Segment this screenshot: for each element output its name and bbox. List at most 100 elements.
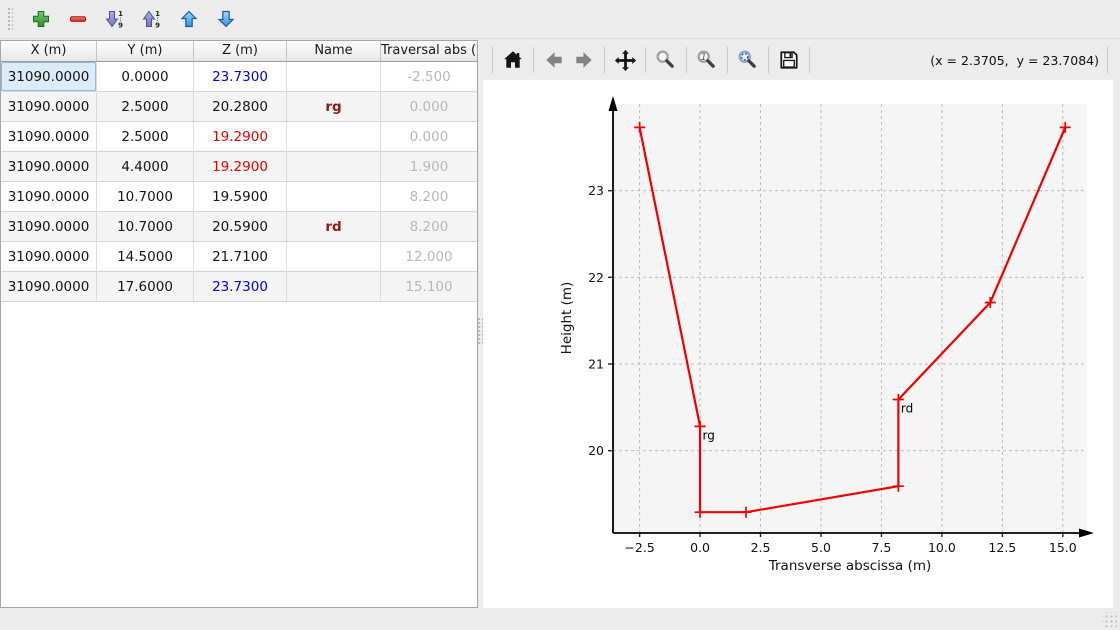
cell-name[interactable]: [287, 152, 381, 182]
zoom-fit-icon: [737, 49, 759, 71]
table-row: 31090.0000 10.7000 20.5900 rd 8.200: [1, 212, 477, 242]
plot-canvas[interactable]: −2.50.02.55.07.510.012.515.020212223rgrd…: [483, 80, 1113, 608]
cell-abs: 12.000: [381, 242, 477, 272]
table-toolbar: 1 9 1 9: [0, 0, 1120, 39]
y-tick-label: 22: [588, 270, 604, 285]
sort-ascending-icon: 1 9: [142, 9, 162, 29]
x-tick-label: 7.5: [871, 540, 891, 555]
toolbar-separator: [604, 47, 605, 73]
toolbar-drag-handle[interactable]: [6, 6, 13, 32]
add-row-button[interactable]: [28, 6, 54, 32]
zoom-icon: [655, 49, 677, 71]
cell-y[interactable]: 2.5000: [97, 122, 194, 152]
axes-background: [613, 104, 1087, 533]
forward-button[interactable]: [569, 45, 599, 75]
cell-abs: -2.500: [381, 62, 477, 92]
cell-x[interactable]: 31090.0000: [1, 92, 97, 122]
back-button[interactable]: [539, 45, 569, 75]
cell-x[interactable]: 31090.0000: [1, 242, 97, 272]
points-table: X (m) Y (m) Z (m) Name Traversal abs (m)…: [0, 40, 478, 608]
cell-z[interactable]: 21.7100: [194, 242, 287, 272]
cell-abs: 0.000: [381, 92, 477, 122]
pan-button[interactable]: [610, 45, 640, 75]
x-tick-label: 15.0: [1049, 540, 1077, 555]
sort-ascending-button[interactable]: 1 9: [139, 6, 165, 32]
cell-y[interactable]: 10.7000: [97, 182, 194, 212]
cell-name[interactable]: rd: [287, 212, 381, 242]
zoom-button[interactable]: [651, 45, 681, 75]
table-row: 31090.0000 10.7000 19.5900 8.200: [1, 182, 477, 212]
cell-name[interactable]: rg: [287, 92, 381, 122]
move-row-up-button[interactable]: [176, 6, 202, 32]
zoom-one-icon: 1: [696, 49, 718, 71]
cell-z[interactable]: 19.2900: [194, 122, 287, 152]
sort-digit-bottom: 9: [118, 22, 123, 30]
cell-z[interactable]: 20.5900: [194, 212, 287, 242]
window-resize-grip[interactable]: [1102, 612, 1117, 627]
cell-x[interactable]: 31090.0000: [1, 182, 97, 212]
cell-z[interactable]: 19.5900: [194, 182, 287, 212]
header-traversal-abs[interactable]: Traversal abs (m): [381, 41, 477, 62]
sort-digit-top: 1: [118, 10, 123, 18]
sort-digit-bottom: 9: [155, 22, 160, 30]
x-tick-label: 10.0: [928, 540, 956, 555]
cell-name[interactable]: [287, 182, 381, 212]
cell-abs: 8.200: [381, 212, 477, 242]
table-header-row: X (m) Y (m) Z (m) Name Traversal abs (m): [1, 41, 477, 62]
toolbar-separator: [768, 47, 769, 73]
move-row-down-button[interactable]: [213, 6, 239, 32]
cell-name[interactable]: [287, 62, 381, 92]
sort-descending-button[interactable]: 1 9: [102, 6, 128, 32]
point-label: rg: [703, 428, 715, 442]
cursor-coordinates-readout: (x = 2.3705, y = 23.7084): [930, 53, 1099, 68]
home-button[interactable]: [498, 45, 528, 75]
cell-z[interactable]: 19.2900: [194, 152, 287, 182]
add-row-icon: [31, 9, 51, 29]
table-row: 31090.0000 2.5000 19.2900 0.000: [1, 122, 477, 152]
header-x[interactable]: X (m): [1, 41, 97, 62]
cell-z[interactable]: 23.7300: [194, 62, 287, 92]
y-axis-arrowhead: [609, 96, 618, 111]
cell-y[interactable]: 2.5000: [97, 92, 194, 122]
cell-x[interactable]: 31090.0000: [1, 212, 97, 242]
table-row: 31090.0000 4.4000 19.2900 1.900: [1, 152, 477, 182]
cell-y[interactable]: 4.4000: [97, 152, 194, 182]
save-icon: [778, 49, 800, 71]
cell-y[interactable]: 14.5000: [97, 242, 194, 272]
table-row: 31090.0000 17.6000 23.7300 15.100: [1, 272, 477, 302]
toolbar-separator: [492, 47, 493, 73]
pan-icon: [614, 49, 637, 72]
cell-y[interactable]: 0.0000: [97, 62, 194, 92]
x-tick-label: −2.5: [624, 540, 654, 555]
cell-x[interactable]: 31090.0000: [1, 272, 97, 302]
x-tick-label: 5.0: [811, 540, 831, 555]
header-y[interactable]: Y (m): [97, 41, 194, 62]
cell-abs: 8.200: [381, 182, 477, 212]
cell-z[interactable]: 20.2800: [194, 92, 287, 122]
cell-x[interactable]: 31090.0000: [1, 152, 97, 182]
cell-name[interactable]: [287, 242, 381, 272]
cell-x[interactable]: 31090.0000: [1, 62, 97, 92]
toolbar-separator: [809, 47, 810, 73]
cell-name[interactable]: [287, 272, 381, 302]
header-z[interactable]: Z (m): [194, 41, 287, 62]
cell-y[interactable]: 17.6000: [97, 272, 194, 302]
x-tick-label: 0.0: [690, 540, 710, 555]
cell-abs: 1.900: [381, 152, 477, 182]
table-row: 31090.0000 0.0000 23.7300 -2.500: [1, 62, 477, 92]
y-tick-label: 21: [588, 357, 604, 372]
zoom-one-button[interactable]: 1: [692, 45, 722, 75]
save-button[interactable]: [774, 45, 804, 75]
cell-z[interactable]: 23.7300: [194, 272, 287, 302]
cell-abs: 15.100: [381, 272, 477, 302]
cell-y[interactable]: 10.7000: [97, 212, 194, 242]
zoom-fit-button[interactable]: [733, 45, 763, 75]
cell-x[interactable]: 31090.0000: [1, 122, 97, 152]
toolbar-separator: [645, 47, 646, 73]
x-axis-label: Transverse abscissa (m): [768, 558, 932, 574]
cell-name[interactable]: [287, 122, 381, 152]
header-name[interactable]: Name: [287, 41, 381, 62]
x-tick-label: 2.5: [751, 540, 771, 555]
remove-row-button[interactable]: [65, 6, 91, 32]
y-axis-label: Height (m): [559, 282, 575, 355]
